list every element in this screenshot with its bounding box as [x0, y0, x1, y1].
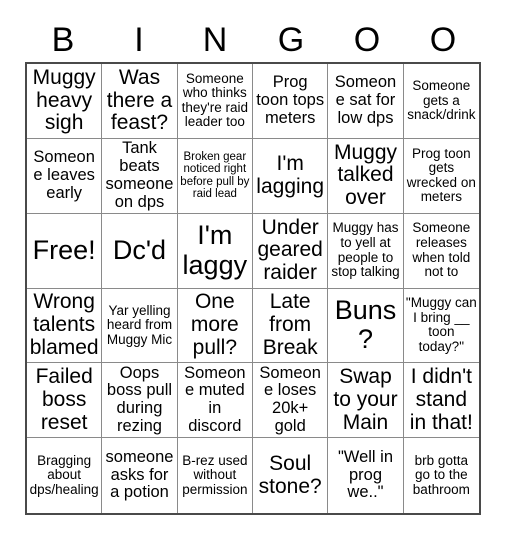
- bingo-cell[interactable]: Late from Break: [253, 288, 329, 364]
- bingo-cell-label: Someone sat for low dps: [334, 73, 397, 127]
- bingo-cell[interactable]: Someone leaves early: [27, 138, 103, 214]
- bingo-cell-label: Failed boss reset: [35, 365, 93, 434]
- bingo-cell[interactable]: Prog toon gets wrecked on meters: [403, 138, 479, 214]
- bingo-cell-label: Someone who thinks they're raid leader t…: [181, 70, 249, 130]
- bingo-cell-label: someone asks for a potion: [105, 447, 174, 502]
- bingo-cell-label: Dc'd: [112, 235, 167, 265]
- bingo-cell[interactable]: Someone sat for low dps: [328, 64, 404, 139]
- bingo-cell-label: B-rez used without permission: [182, 452, 248, 497]
- bingo-cell-label: Under geared raider: [257, 215, 323, 284]
- bingo-header-letter-2: N: [202, 21, 228, 59]
- bingo-cell[interactable]: "Well in prog we..": [328, 438, 404, 513]
- bingo-cell-label: brb gotta go to the bathroom: [412, 452, 470, 497]
- bingo-cell-label: Late from Break: [262, 290, 318, 359]
- bingo-cell[interactable]: Wrong talents blamed: [27, 288, 103, 364]
- bingo-cell[interactable]: Broken gear noticed right before pull by…: [177, 138, 253, 214]
- bingo-cell-label: I'm laggy: [182, 220, 248, 280]
- bingo-cell-label: Swap to your Main: [333, 365, 398, 434]
- bingo-cell-label: Yar yelling heard from Muggy Mic: [106, 302, 173, 347]
- bingo-cell-label: "Muggy can I bring __ toon today?": [405, 295, 477, 354]
- bingo-cell[interactable]: Muggy talked over: [328, 138, 404, 214]
- bingo-cell-label: Prog toon tops meters: [256, 73, 325, 127]
- bingo-cell-label: Broken gear noticed right before pull by…: [180, 150, 250, 201]
- bingo-cell[interactable]: Muggy heavy sigh: [27, 64, 103, 139]
- bingo-cell-label: "Well in prog we..": [337, 447, 394, 502]
- bingo-cell-label: Tank beats someone on dps: [105, 139, 174, 211]
- bingo-cell[interactable]: Soul stone?: [253, 438, 329, 513]
- bingo-card: B I N G O O Muggy heavy sigh Was there a feast…: [0, 0, 506, 544]
- bingo-cell-label: Soul stone?: [258, 451, 322, 498]
- bingo-cell-label: Buns?: [334, 295, 397, 355]
- bingo-cell-label: Someone leaves early: [33, 148, 95, 202]
- bingo-cell[interactable]: Someone loses 20k+ gold: [253, 363, 329, 439]
- bingo-cell[interactable]: Someone releases when told not to: [403, 213, 479, 289]
- bingo-grid: Muggy heavy sigh Was there a feast? Someon…: [25, 62, 481, 515]
- bingo-cell-label: Muggy heavy sigh: [32, 65, 96, 135]
- bingo-cell[interactable]: Swap to your Main: [328, 363, 404, 439]
- bingo-cell-label: Wrong talents blamed: [29, 290, 99, 359]
- bingo-cell[interactable]: Buns?: [328, 288, 404, 364]
- bingo-cell[interactable]: Muggy has to yell at people to stop talk…: [328, 213, 404, 289]
- bingo-cell-label: One more pull?: [190, 290, 239, 359]
- bingo-cell[interactable]: Tank beats someone on dps: [102, 138, 178, 214]
- bingo-cell-label: Prog toon gets wrecked on meters: [406, 145, 476, 205]
- bingo-cell-label: Bragging about dps/healing: [29, 452, 99, 497]
- bingo-cell-label: Free!: [32, 235, 96, 265]
- bingo-cell-label: I didn't stand in that!: [409, 365, 473, 434]
- bingo-cell[interactable]: Under geared raider: [253, 213, 329, 289]
- bingo-cell-label: Oops boss pull during rezing: [106, 363, 173, 436]
- bingo-cell[interactable]: "Muggy can I bring __ toon today?": [403, 288, 479, 364]
- bingo-cell[interactable]: Dc'd: [102, 213, 178, 289]
- bingo-cell[interactable]: someone asks for a potion: [102, 438, 178, 513]
- bingo-cell-label: Someone muted in discord: [184, 363, 246, 436]
- bingo-cell-label: Someone releases when told not to: [412, 220, 471, 280]
- bingo-cell-label: Muggy has to yell at people to stop talk…: [331, 220, 400, 280]
- bingo-cell[interactable]: Was there a feast?: [102, 64, 178, 139]
- bingo-cell-label: Muggy talked over: [333, 140, 397, 210]
- bingo-header-letter-5: O: [429, 21, 457, 59]
- bingo-cell[interactable]: Failed boss reset: [27, 363, 103, 439]
- bingo-cell[interactable]: I didn't stand in that!: [403, 363, 479, 439]
- bingo-header-letter-0: B: [51, 21, 75, 59]
- bingo-cell-label: I'm lagging: [256, 152, 325, 198]
- bingo-cell[interactable]: Someone muted in discord: [177, 363, 253, 439]
- bingo-cell-label: Someone loses 20k+ gold: [259, 363, 321, 436]
- bingo-cell[interactable]: Someone gets a snack/drink: [403, 64, 479, 139]
- bingo-cell[interactable]: One more pull?: [177, 288, 253, 364]
- bingo-cell[interactable]: brb gotta go to the bathroom: [403, 438, 479, 513]
- bingo-cell[interactable]: Oops boss pull during rezing: [102, 363, 178, 439]
- bingo-cell[interactable]: I'm laggy: [177, 213, 253, 289]
- bingo-header-letter-4: O: [353, 21, 381, 59]
- bingo-header-letter-3: G: [277, 21, 305, 59]
- bingo-header-letter-1: I: [134, 21, 144, 59]
- bingo-cell-label: Was there a feast?: [106, 65, 173, 135]
- bingo-cell-label: Someone gets a snack/drink: [407, 78, 476, 123]
- bingo-cell[interactable]: Someone who thinks they're raid leader t…: [177, 64, 253, 139]
- bingo-cell[interactable]: I'm lagging: [253, 138, 329, 214]
- bingo-cell[interactable]: Yar yelling heard from Muggy Mic: [102, 288, 178, 364]
- bingo-header-row: BINGOO: [25, 18, 481, 62]
- bingo-cell[interactable]: Prog toon tops meters: [253, 64, 329, 139]
- bingo-cell[interactable]: Free!: [27, 213, 103, 289]
- bingo-cell[interactable]: Bragging about dps/healing: [27, 438, 103, 513]
- bingo-cell[interactable]: B-rez used without permission: [177, 438, 253, 513]
